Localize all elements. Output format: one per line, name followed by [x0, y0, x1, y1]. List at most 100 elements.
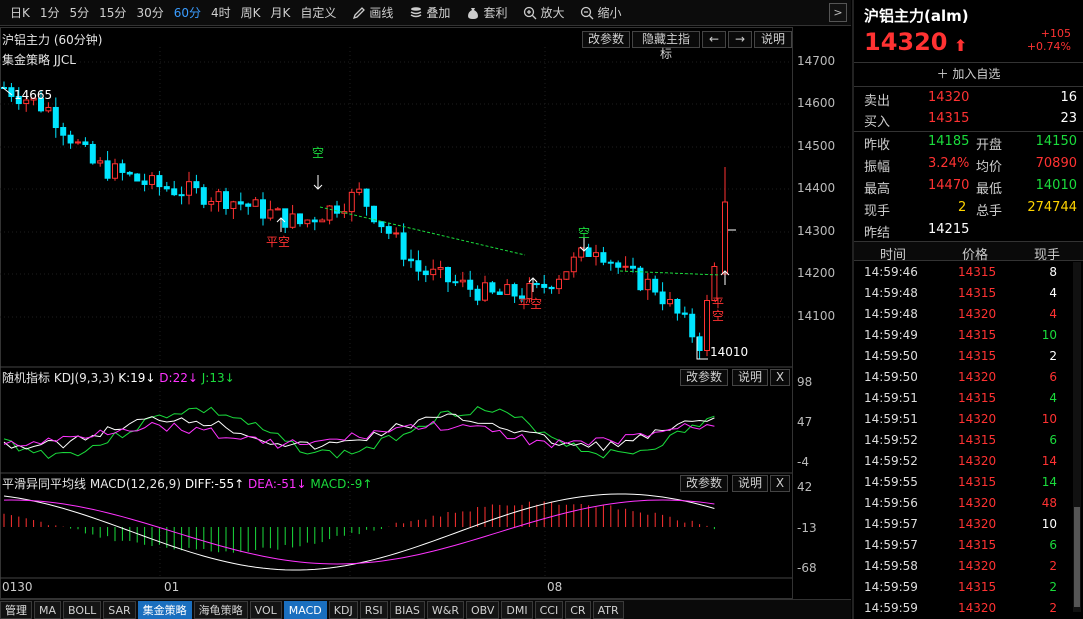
trading-app: 日K 1分 5分 15分 30分 60分 4时 周K 月K 自定义 画线 叠加 套利 放大 缩小 > 沪铝主力… [0, 0, 1083, 619]
layers-button[interactable]: 叠加 [409, 4, 450, 21]
candle-body [489, 282, 496, 293]
candle-body [348, 191, 355, 213]
indicator-tabs: 管理 MA BOLL SAR 集金策略 海龟策略 VOL MACD KDJ RSI BIAS W&R O… [0, 599, 851, 619]
macd-panel-title: 平滑异同平均线 MACD(12,26,9) DIFF:-55↑ DEA:-51↓… [2, 475, 372, 492]
tab-7[interactable]: MACD [283, 600, 327, 619]
candle-body [400, 232, 407, 260]
period-6[interactable]: 4时 [211, 4, 231, 21]
period-2[interactable]: 5分 [70, 4, 90, 21]
signal-short: 空 [578, 226, 591, 240]
tick-volume: 6 [1049, 538, 1057, 552]
tab-16[interactable]: ATR [592, 600, 624, 619]
macd-help-button[interactable]: 说明 [732, 475, 768, 492]
trend-line [619, 270, 721, 276]
period-3[interactable]: 15分 [99, 4, 126, 21]
tick-time: 14:59:52 [864, 433, 918, 447]
period-8[interactable]: 月K [271, 4, 291, 21]
tool-label: 画线 [369, 6, 394, 20]
candle-body [230, 201, 237, 209]
candle-body [467, 279, 474, 290]
tick-volume: 14 [1041, 454, 1057, 468]
tab-13[interactable]: DMI [501, 600, 533, 619]
zoom-out-button[interactable]: 缩小 [580, 4, 621, 21]
candle-body [289, 213, 296, 228]
candle-body [452, 281, 459, 284]
scroll-left-button[interactable]: ← [702, 31, 726, 48]
tick-time: 14:59:58 [864, 559, 918, 573]
tab-12[interactable]: OBV [466, 600, 500, 619]
strategy-label: 集金策略 JJCL [2, 53, 76, 67]
tick-volume: 2 [1049, 559, 1057, 573]
candle-body [659, 291, 666, 305]
macd-modify-params-button[interactable]: 改参数 [680, 475, 728, 492]
main-help-button[interactable]: 说明 [754, 31, 792, 48]
y-tick-label: 14300 [797, 224, 836, 238]
tick-row: 14:59:55 14315 14 [854, 472, 1083, 493]
expand-panel-button[interactable]: > [829, 3, 847, 22]
tab-6[interactable]: VOL [249, 600, 282, 619]
ticks-list[interactable]: 14:59:46 14315 8 14:59:48 14315 4 14:59:48 1432… [854, 262, 1083, 619]
ticks-header: 时间 价格 现手 [854, 241, 1083, 263]
macd-close-button[interactable]: X [770, 475, 790, 492]
tab-2[interactable]: BOLL [63, 600, 102, 619]
hide-main-indicator-button[interactable]: 隐藏主指标 [632, 31, 700, 61]
tab-9[interactable]: RSI [359, 600, 388, 619]
high-value: 14470 [928, 178, 970, 193]
tab-5[interactable]: 海龟策略 [193, 600, 248, 619]
chart-area[interactable]: 沪铝主力 (60分钟) 集金策略 JJCL 改参数 隐藏主指标 ← → 说明 1… [0, 27, 851, 599]
candle-body [615, 262, 622, 268]
period-5[interactable]: 60分 [174, 4, 201, 21]
period-1[interactable]: 1分 [40, 4, 60, 21]
candle-body [45, 106, 52, 112]
ticks-scrollbar[interactable] [1073, 262, 1081, 612]
amplitude-label: 振幅 [864, 160, 891, 175]
add-to-watchlist-button[interactable]: ＋ 加入自选 [854, 62, 1083, 87]
tab-10[interactable]: BIAS [389, 600, 425, 619]
scrollbar-thumb[interactable] [1074, 507, 1080, 607]
tab-1[interactable]: MA [34, 600, 62, 619]
period-7[interactable]: 周K [241, 4, 261, 21]
macd-diff-value: DIFF:-55↑ [184, 477, 245, 491]
ticks-header-volume: 现手 [1034, 248, 1061, 263]
zoom-in-button[interactable]: 放大 [523, 4, 564, 21]
candle-body [630, 265, 636, 269]
candle-body [223, 191, 229, 209]
tab-8[interactable]: KDJ [328, 600, 358, 619]
kdj-name: 随机指标 [2, 371, 51, 385]
candle-body [141, 180, 148, 185]
kdj-modify-params-button[interactable]: 改参数 [680, 369, 728, 386]
kdj-help-button[interactable]: 说明 [732, 369, 768, 386]
candle-body [563, 271, 570, 280]
tab-14[interactable]: CCI [534, 600, 564, 619]
stats-row: 昨结 14215 [854, 220, 1083, 241]
period-4[interactable]: 30分 [136, 4, 163, 21]
period-9[interactable]: 自定义 [300, 4, 336, 21]
tab-11[interactable]: W&R [426, 600, 464, 619]
candle-body [75, 141, 81, 144]
tick-price: 14315 [958, 349, 997, 363]
candle-body [722, 201, 728, 275]
candle-body [200, 187, 207, 205]
candle-body [67, 134, 74, 144]
scroll-right-button[interactable]: → [728, 31, 752, 48]
tab-0[interactable]: 管理 [0, 600, 32, 619]
kdj-close-button[interactable]: X [770, 369, 790, 386]
candle-body [356, 188, 363, 193]
tab-3[interactable]: SAR [103, 600, 136, 619]
money-bag-button[interactable]: 套利 [466, 4, 507, 21]
tick-time: 14:59:55 [864, 475, 918, 489]
tab-15[interactable]: CR [565, 600, 591, 619]
main-modify-params-button[interactable]: 改参数 [582, 31, 630, 48]
tick-time: 14:59:56 [864, 496, 918, 510]
tab-4[interactable]: 集金策略 [137, 600, 192, 619]
tick-volume: 10 [1041, 328, 1057, 342]
period-0[interactable]: 日K [10, 4, 30, 21]
candle-body [459, 279, 466, 283]
pencil-button[interactable]: 画线 [352, 4, 393, 21]
candle-body [600, 252, 607, 263]
tick-price: 14315 [958, 391, 997, 405]
tick-row: 14:59:49 14315 10 [854, 325, 1083, 346]
tick-row: 14:59:50 14320 6 [854, 367, 1083, 388]
candle-body [548, 286, 555, 290]
ask-label: 卖出 [864, 94, 891, 109]
